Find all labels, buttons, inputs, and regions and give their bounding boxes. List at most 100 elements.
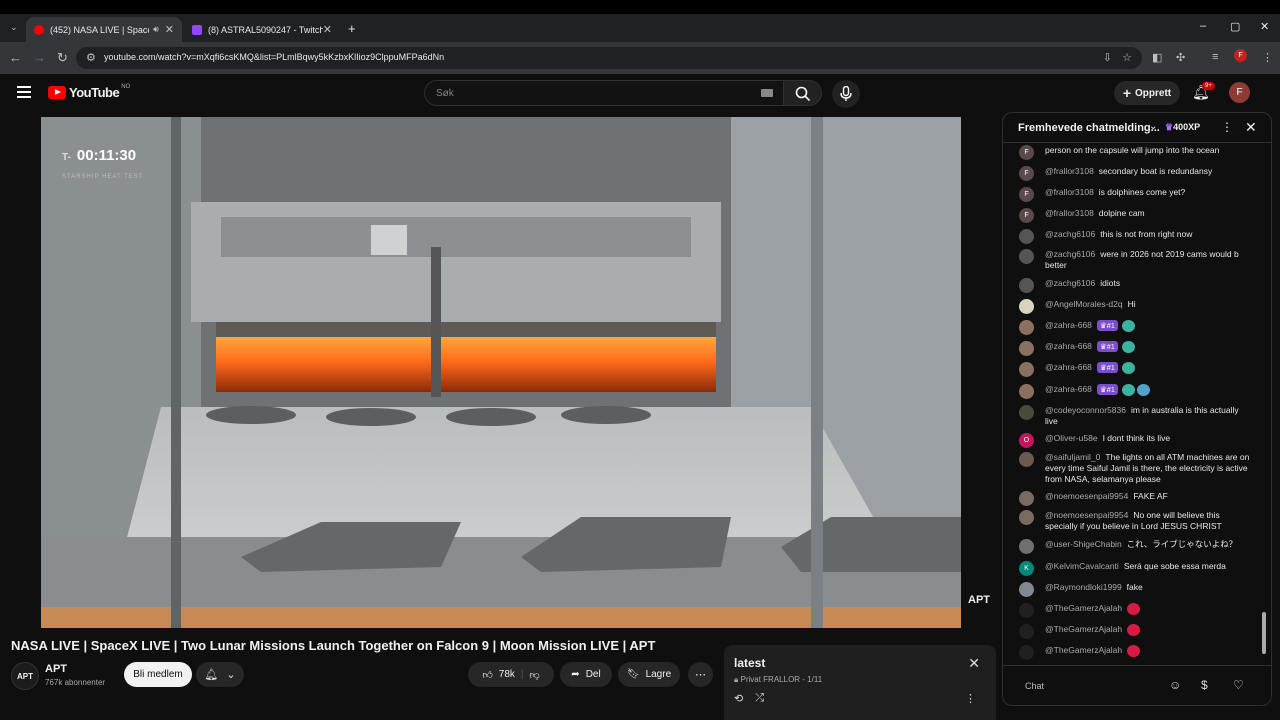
xp-badge[interactable]: ♛400XP <box>1165 122 1200 133</box>
forward-icon[interactable]: → <box>33 50 46 65</box>
browser-tab-twitch[interactable]: (8) ASTRAL5090247 - Twitch ✕ <box>184 17 340 42</box>
chat-message[interactable]: @zachg6106 were in 2026 not 2019 cams wou… <box>1019 249 1251 271</box>
chat-message[interactable]: @AngelMorales-d2q Hi <box>1019 299 1251 314</box>
chat-username[interactable]: @frallor3108 <box>1045 208 1094 218</box>
chat-user-avatar[interactable] <box>1019 603 1034 618</box>
chat-username[interactable]: @zahra-668 <box>1045 320 1092 330</box>
shuffle-icon[interactable]: ⤮ <box>755 692 764 705</box>
chat-username[interactable]: @zahra-668 <box>1045 362 1092 372</box>
chat-username[interactable]: @zahra-668 <box>1045 341 1092 351</box>
hamburger-menu-icon[interactable] <box>17 86 31 98</box>
chat-username[interactable]: @zahra-668 <box>1045 384 1092 394</box>
chat-message[interactable]: F @frallor3108 is dolphines come yet? <box>1019 187 1251 202</box>
chat-user-avatar[interactable]: F <box>1019 187 1034 202</box>
browser-tab-youtube[interactable]: (452) NASA LIVE | SpaceX LI 🔊︎ ✕ <box>26 17 182 42</box>
close-window-icon[interactable]: ✕ <box>1260 20 1269 33</box>
reload-icon[interactable]: ↻ <box>57 50 68 66</box>
chat-username[interactable]: @Oliver-u58e <box>1045 433 1098 443</box>
address-bar[interactable]: ⚙ youtube.com/watch?v=mXqfi6csKMQ&list=P… <box>76 47 1142 69</box>
chat-username[interactable]: @TheGamerzAjalah <box>1045 624 1122 634</box>
chat-message[interactable]: @TheGamerzAjalah <box>1019 624 1251 639</box>
loop-icon[interactable]: ⟲ <box>734 692 743 705</box>
subscription-bell-button[interactable]: 🔔︎ ⌄ <box>196 662 244 687</box>
chat-username[interactable]: @Raymondloki1999 <box>1045 582 1122 592</box>
channel-name[interactable]: APT <box>45 663 67 675</box>
chat-mode-title[interactable]: Fremhevede chatmelding... <box>1018 122 1160 134</box>
chat-user-avatar[interactable] <box>1019 405 1034 420</box>
chat-user-avatar[interactable] <box>1019 362 1034 377</box>
chevron-down-icon[interactable]: ⌄ <box>1149 121 1157 132</box>
bookmark-star-icon[interactable]: ☆ <box>1122 51 1132 64</box>
chat-user-avatar[interactable] <box>1019 491 1034 506</box>
chat-user-avatar[interactable] <box>1019 249 1034 264</box>
join-button[interactable]: Bli medlem <box>124 662 192 687</box>
chat-username[interactable]: @saifuljamil_0 <box>1045 452 1100 462</box>
tab-search-icon[interactable]: ⌄ <box>10 22 18 33</box>
chat-message[interactable]: Fperson on the capsule will jump into th… <box>1019 145 1251 160</box>
chat-message[interactable]: @zachg6106 idiots <box>1019 278 1251 293</box>
playlist-title[interactable]: latest <box>734 656 765 670</box>
chat-username[interactable]: @zachg6106 <box>1045 249 1095 259</box>
chat-message[interactable]: O @Oliver-u58e I dont think its live <box>1019 433 1251 448</box>
chat-user-avatar[interactable]: F <box>1019 145 1034 160</box>
chat-username[interactable]: @zachg6106 <box>1045 278 1095 288</box>
chat-message[interactable]: @user-ShigeChabin これ、ライブじゃないよね？ <box>1019 539 1251 554</box>
chat-username[interactable]: @frallor3108 <box>1045 166 1094 176</box>
chat-message[interactable]: @zachg6106 this is not from right now <box>1019 229 1251 244</box>
channel-avatar[interactable]: APT <box>11 662 39 690</box>
chat-username[interactable]: @zachg6106 <box>1045 229 1095 239</box>
chat-menu-icon[interactable]: ⋮ <box>1221 120 1233 134</box>
chat-message[interactable]: @noemoesenpai9954 No one will believe thi… <box>1019 510 1251 532</box>
chat-user-avatar[interactable] <box>1019 645 1034 660</box>
site-info-icon[interactable]: ⚙ <box>86 51 96 64</box>
chat-scrollbar[interactable] <box>1262 150 1266 660</box>
save-button[interactable]: 🔖︎ Lagre <box>618 662 680 687</box>
chat-username[interactable]: @codeyoconnor5836 <box>1045 405 1126 415</box>
profile-icon[interactable]: F <box>1234 49 1247 62</box>
chat-user-avatar[interactable]: F <box>1019 166 1034 181</box>
keyboard-icon[interactable] <box>761 89 773 97</box>
puzzle-icon[interactable]: ✣ <box>1176 51 1185 64</box>
scrollbar-thumb[interactable] <box>1262 612 1266 654</box>
chat-username[interactable]: @KelvimCavalcanti <box>1045 561 1119 571</box>
account-avatar[interactable]: F <box>1229 82 1250 103</box>
chat-username[interactable]: @TheGamerzAjalah <box>1045 645 1122 655</box>
heart-icon[interactable]: ♡ <box>1233 678 1244 692</box>
chat-message[interactable]: @noemoesenpai9954 FAKE AF <box>1019 491 1251 506</box>
chat-message[interactable]: @TheGamerzAjalah <box>1019 645 1251 660</box>
emoji-icon[interactable]: ☺ <box>1169 678 1181 692</box>
close-playlist-icon[interactable]: ✕ <box>968 655 980 672</box>
youtube-logo[interactable]: YouTube NO <box>48 84 130 100</box>
search-button[interactable] <box>784 80 822 106</box>
chat-input[interactable]: Chat <box>1025 678 1155 694</box>
new-tab-icon[interactable]: + <box>348 21 356 36</box>
chat-username[interactable]: @frallor3108 <box>1045 187 1094 197</box>
chat-user-avatar[interactable] <box>1019 278 1034 293</box>
chat-user-avatar[interactable] <box>1019 299 1034 314</box>
close-tab-icon[interactable]: ✕ <box>323 23 332 36</box>
chat-user-avatar[interactable]: O <box>1019 433 1034 448</box>
chat-message[interactable]: @zahra-668 ♛#1 <box>1019 341 1251 356</box>
chat-username[interactable]: @noemoesenpai9954 <box>1045 491 1128 501</box>
chat-message[interactable]: F @frallor3108 secondary boat is redundans… <box>1019 166 1251 181</box>
chat-message[interactable]: @zahra-668 ♛#1 <box>1019 320 1251 335</box>
thumbs-down-icon[interactable]: 👎︎ <box>530 669 540 681</box>
chat-user-avatar[interactable] <box>1019 341 1034 356</box>
video-player[interactable] <box>41 117 961 628</box>
super-chat-icon[interactable]: $ <box>1201 678 1208 692</box>
media-queue-icon[interactable]: ≡ <box>1212 51 1218 63</box>
like-button[interactable]: 👍︎ 78k <box>482 669 515 681</box>
chat-user-avatar[interactable]: F <box>1019 208 1034 223</box>
chat-username[interactable]: @user-ShigeChabin <box>1045 539 1122 549</box>
back-icon[interactable]: ← <box>9 50 22 65</box>
chat-user-avatar[interactable] <box>1019 624 1034 639</box>
chat-message[interactable]: F @frallor3108 dolpine cam <box>1019 208 1251 223</box>
install-app-icon[interactable]: ⇩ <box>1103 51 1112 64</box>
chat-username[interactable]: @AngelMorales-d2q <box>1045 299 1123 309</box>
chat-message[interactable]: @TheGamerzAjalah <box>1019 603 1251 618</box>
chat-message[interactable]: @Raymondloki1999 fake <box>1019 582 1251 597</box>
voice-search-button[interactable] <box>832 80 860 108</box>
chat-user-avatar[interactable] <box>1019 320 1034 335</box>
chat-user-avatar[interactable]: K <box>1019 561 1034 576</box>
close-chat-icon[interactable]: ✕ <box>1245 119 1257 136</box>
